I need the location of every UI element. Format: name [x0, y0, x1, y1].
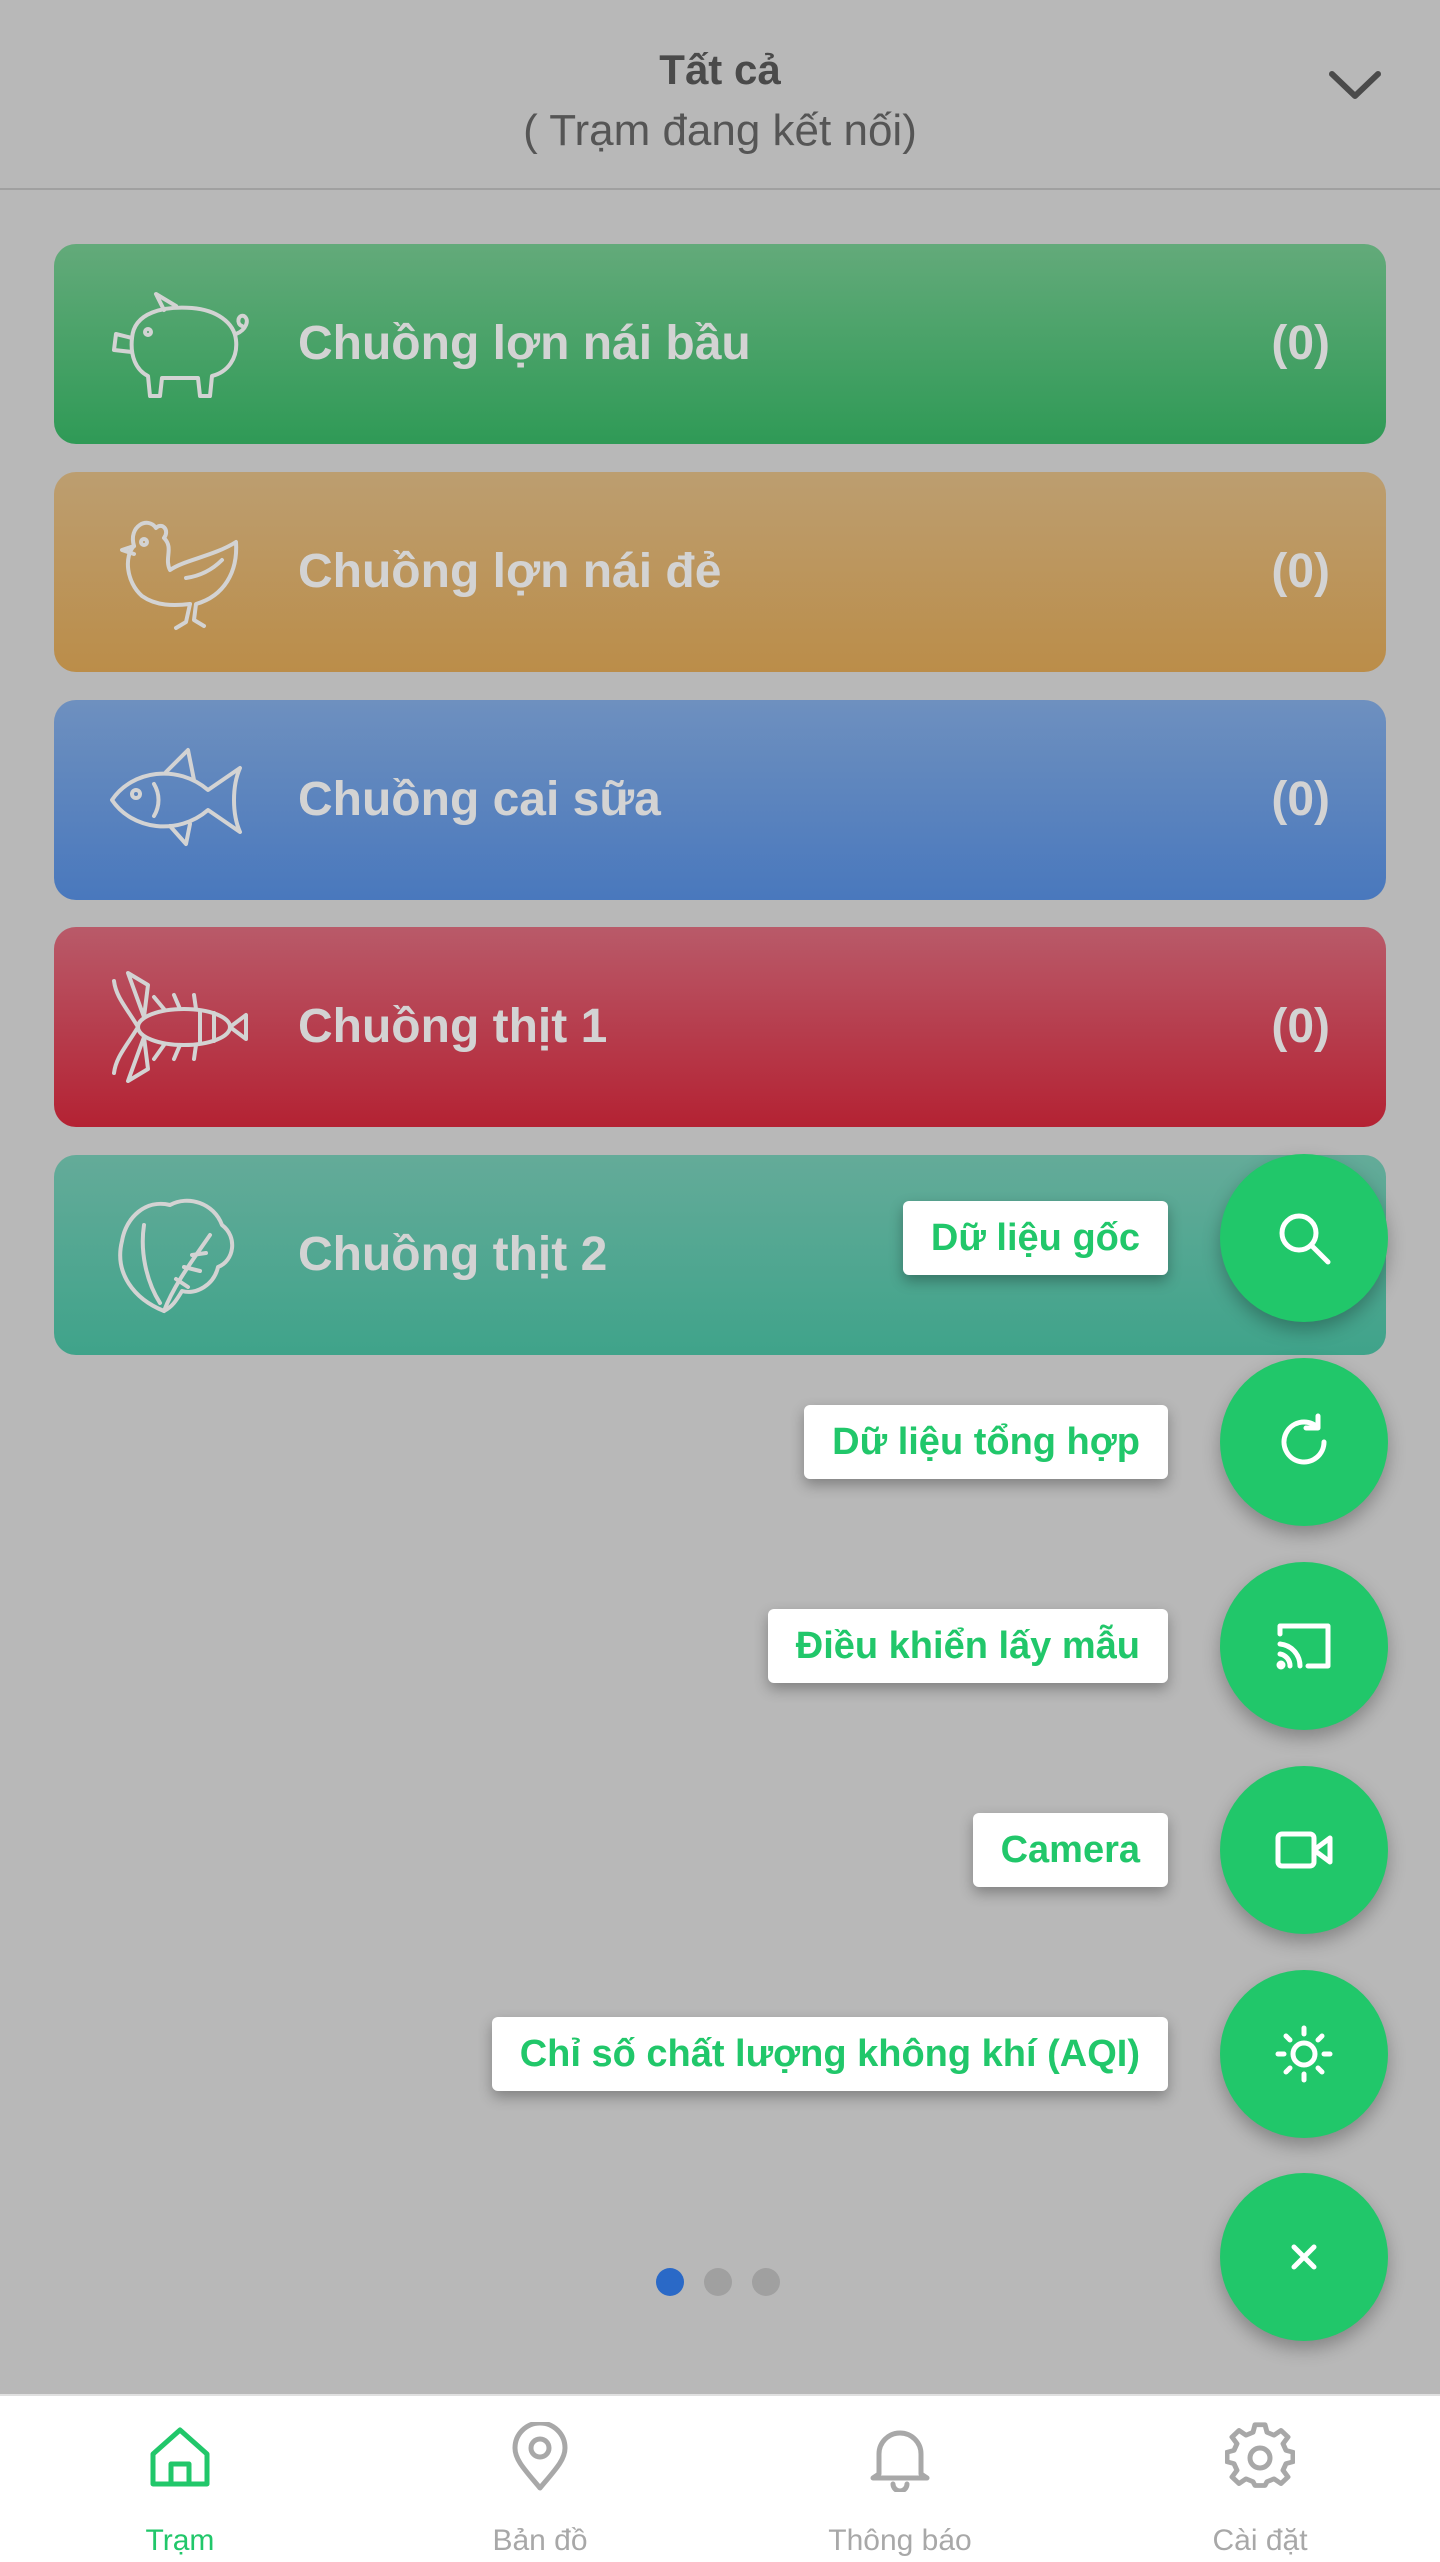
- sun-icon: [1275, 2025, 1333, 2083]
- fab-label-summary-data[interactable]: Dữ liệu tổng hợp: [804, 1405, 1168, 1479]
- nav-item-station[interactable]: Trạm: [0, 2396, 360, 2562]
- sampling-control-button[interactable]: [1220, 1562, 1388, 1730]
- station-count: (0): [1271, 1000, 1330, 1053]
- video-camera-icon: [1275, 1831, 1333, 1869]
- page-dot[interactable]: [704, 2268, 732, 2296]
- station-card[interactable]: Chuồng lợn nái đẻ (0): [54, 472, 1386, 672]
- station-card[interactable]: Chuồng thịt 2: [54, 1155, 1386, 1355]
- page-title: Tất cả: [659, 46, 781, 93]
- station-label: Chuồng lợn nái bầu: [298, 317, 751, 370]
- chevron-down-icon[interactable]: [1320, 60, 1390, 110]
- station-label: Chuồng lợn nái đẻ: [298, 545, 722, 598]
- station-label: Chuồng cai sữa: [298, 773, 661, 826]
- station-card[interactable]: Chuồng lợn nái bầu (0): [54, 244, 1386, 444]
- page-dot[interactable]: [752, 2268, 780, 2296]
- fab-label-aqi[interactable]: Chỉ số chất lượng không khí (AQI): [491, 2017, 1168, 2091]
- lobster-icon: [112, 971, 248, 1083]
- close-menu-button[interactable]: [1220, 2173, 1388, 2341]
- search-icon: [1279, 1213, 1331, 1265]
- page-subtitle: ( Trạm đang kết nối): [523, 106, 917, 155]
- station-count: (0): [1271, 317, 1330, 370]
- fab-label-camera[interactable]: Camera: [972, 1813, 1168, 1887]
- lettuce-icon: [118, 1198, 234, 1313]
- station-label: Chuồng thịt 2: [298, 1228, 608, 1281]
- nav-label: Cài đặt: [1212, 2524, 1308, 2557]
- bottom-nav: Trạm Bản đồ Thông báo Cài đặt: [0, 2394, 1440, 2562]
- nav-item-map[interactable]: Bản đồ: [360, 2396, 720, 2562]
- aqi-button[interactable]: [1220, 1970, 1388, 2138]
- station-card[interactable]: Chuồng thịt 1 (0): [54, 927, 1386, 1127]
- pig-icon: [112, 292, 249, 398]
- cast-icon: [1276, 1623, 1331, 1670]
- page-dot-active[interactable]: [656, 2268, 684, 2296]
- map-pin-icon: [512, 2422, 568, 2491]
- nav-item-notifications[interactable]: Thông báo: [720, 2396, 1080, 2562]
- fish-icon: [110, 748, 242, 846]
- station-count: (0): [1271, 545, 1330, 598]
- close-icon: [1291, 2244, 1317, 2270]
- nav-item-settings[interactable]: Cài đặt: [1080, 2396, 1440, 2562]
- nav-label: Trạm: [145, 2524, 215, 2557]
- fab-label-raw-data[interactable]: Dữ liệu gốc: [902, 1201, 1168, 1275]
- refresh-icon: [1281, 1413, 1327, 1465]
- station-card[interactable]: Chuồng cai sữa (0): [54, 700, 1386, 900]
- home-icon: [150, 2427, 210, 2487]
- station-count: (0): [1271, 773, 1330, 826]
- summary-data-button[interactable]: [1220, 1358, 1388, 1526]
- raw-data-button[interactable]: [1220, 1154, 1388, 1322]
- gear-icon: [1225, 2422, 1295, 2488]
- station-label: Chuồng thịt 1: [298, 1000, 608, 1053]
- header: Tất cả ( Trạm đang kết nối): [0, 0, 1440, 190]
- nav-label: Thông báo: [828, 2524, 972, 2557]
- camera-button[interactable]: [1220, 1766, 1388, 1934]
- chicken-icon: [120, 520, 239, 630]
- bell-icon: [870, 2430, 930, 2492]
- nav-label: Bản đồ: [492, 2524, 588, 2557]
- fab-label-sampling-control[interactable]: Điều khiển lấy mẫu: [767, 1609, 1168, 1683]
- page-indicator: [656, 2268, 786, 2298]
